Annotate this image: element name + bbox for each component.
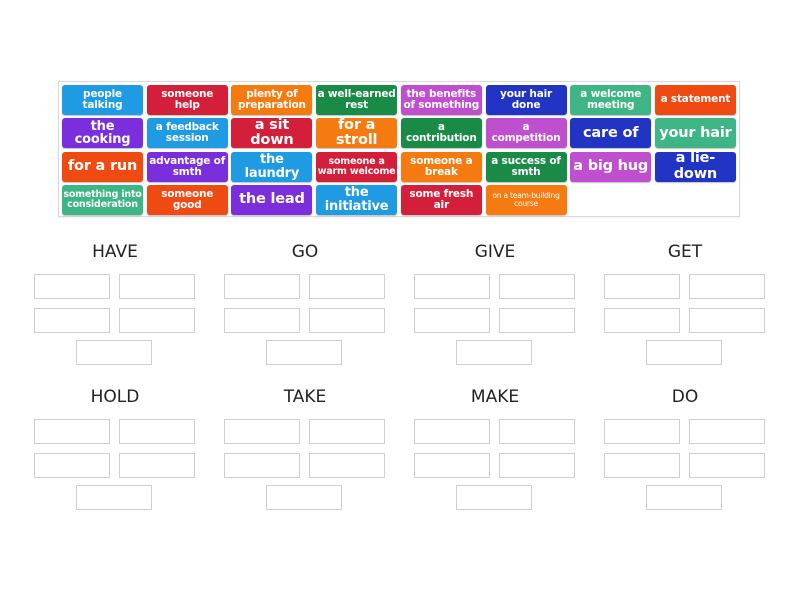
word-tray: people talking someone help plenty of prep… bbox=[58, 81, 740, 217]
drop-slot[interactable] bbox=[119, 308, 195, 333]
word-tile[interactable]: people talking bbox=[62, 85, 143, 115]
word-tile[interactable]: the initiative bbox=[316, 184, 398, 215]
group-title: GIVE bbox=[474, 242, 516, 262]
word-tile[interactable]: the benefits of something bbox=[400, 85, 482, 115]
word-tile[interactable]: a statement bbox=[654, 85, 736, 115]
word-tile[interactable]: for a stroll bbox=[316, 117, 398, 149]
word-tile[interactable]: someone help bbox=[146, 85, 228, 115]
group-title: GO bbox=[291, 242, 319, 262]
group-title: DO bbox=[671, 387, 699, 407]
word-tile[interactable]: a lie-down bbox=[654, 151, 736, 182]
drop-slot[interactable] bbox=[414, 419, 490, 444]
drop-slot[interactable] bbox=[604, 274, 680, 299]
word-tile[interactable]: plenty of preparation bbox=[231, 85, 313, 115]
word-tile[interactable]: care of bbox=[570, 118, 652, 149]
drop-slot[interactable] bbox=[646, 340, 722, 365]
drop-slot[interactable] bbox=[689, 419, 765, 444]
word-tile[interactable]: a well-earned rest bbox=[316, 85, 398, 115]
drop-slot[interactable] bbox=[119, 274, 195, 299]
drop-slot[interactable] bbox=[119, 453, 195, 478]
group-title: TAKE bbox=[283, 387, 327, 407]
drop-slot[interactable] bbox=[414, 453, 490, 478]
word-tile[interactable]: a feedback session bbox=[146, 118, 228, 149]
word-tile[interactable]: someone good bbox=[146, 184, 228, 215]
drop-slot[interactable] bbox=[76, 485, 152, 510]
drop-slot[interactable] bbox=[309, 308, 385, 333]
drop-slot[interactable] bbox=[414, 308, 490, 333]
word-tile[interactable]: the cooking bbox=[62, 118, 143, 149]
drop-slot[interactable] bbox=[646, 485, 722, 510]
word-tile[interactable]: for a run bbox=[62, 151, 143, 182]
word-tile[interactable]: a sit down bbox=[231, 117, 313, 149]
word-tile[interactable]: advantage of smth bbox=[146, 151, 228, 182]
drop-slot[interactable] bbox=[499, 453, 575, 478]
drop-slot[interactable] bbox=[309, 453, 385, 478]
drop-slot[interactable] bbox=[309, 274, 385, 299]
drop-slot[interactable] bbox=[499, 419, 575, 444]
drop-slot[interactable] bbox=[689, 453, 765, 478]
drop-slot[interactable] bbox=[456, 485, 532, 510]
drop-slot[interactable] bbox=[224, 453, 300, 478]
drop-slot[interactable] bbox=[34, 308, 110, 333]
drop-slot[interactable] bbox=[119, 419, 195, 444]
group-title: GET bbox=[667, 242, 703, 262]
group-title: HOLD bbox=[90, 387, 140, 407]
word-tile[interactable]: a competition bbox=[485, 118, 567, 149]
drop-slot[interactable] bbox=[266, 485, 342, 510]
word-tile[interactable]: someone a warm welcome bbox=[316, 151, 398, 182]
group-title: HAVE bbox=[92, 242, 138, 262]
word-tile[interactable]: on a team-building course bbox=[485, 184, 567, 215]
word-tile[interactable]: a contribution bbox=[400, 118, 482, 149]
drop-slot[interactable] bbox=[224, 419, 300, 444]
drop-slot[interactable] bbox=[604, 453, 680, 478]
drop-slot[interactable] bbox=[689, 308, 765, 333]
drop-slot[interactable] bbox=[604, 308, 680, 333]
word-tile[interactable]: a welcome meeting bbox=[570, 85, 652, 115]
drop-slot[interactable] bbox=[34, 453, 110, 478]
word-tile[interactable]: the lead bbox=[231, 184, 313, 215]
word-tile[interactable]: something into consideration bbox=[62, 184, 143, 215]
drop-slot[interactable] bbox=[34, 419, 110, 444]
drop-slot[interactable] bbox=[689, 274, 765, 299]
drop-slot[interactable] bbox=[309, 419, 385, 444]
drop-slot[interactable] bbox=[266, 340, 342, 365]
drop-slot[interactable] bbox=[34, 274, 110, 299]
drop-slot[interactable] bbox=[499, 308, 575, 333]
drop-slot[interactable] bbox=[499, 274, 575, 299]
word-tile[interactable]: your hair bbox=[654, 118, 736, 149]
drop-slot[interactable] bbox=[76, 340, 152, 365]
drop-slot[interactable] bbox=[456, 340, 532, 365]
drop-slot[interactable] bbox=[224, 274, 300, 299]
word-tile[interactable]: some fresh air bbox=[400, 184, 482, 215]
word-tile[interactable]: your hair done bbox=[485, 85, 567, 115]
word-tile[interactable]: a success of smth bbox=[485, 151, 567, 182]
drop-slot[interactable] bbox=[604, 419, 680, 444]
word-tile[interactable]: the laundry bbox=[231, 151, 313, 182]
word-tile[interactable]: someone a break bbox=[400, 151, 482, 182]
word-tile[interactable]: a big hug bbox=[570, 151, 652, 182]
drop-slot[interactable] bbox=[414, 274, 490, 299]
group-title: MAKE bbox=[470, 387, 520, 407]
drop-slot[interactable] bbox=[224, 308, 300, 333]
